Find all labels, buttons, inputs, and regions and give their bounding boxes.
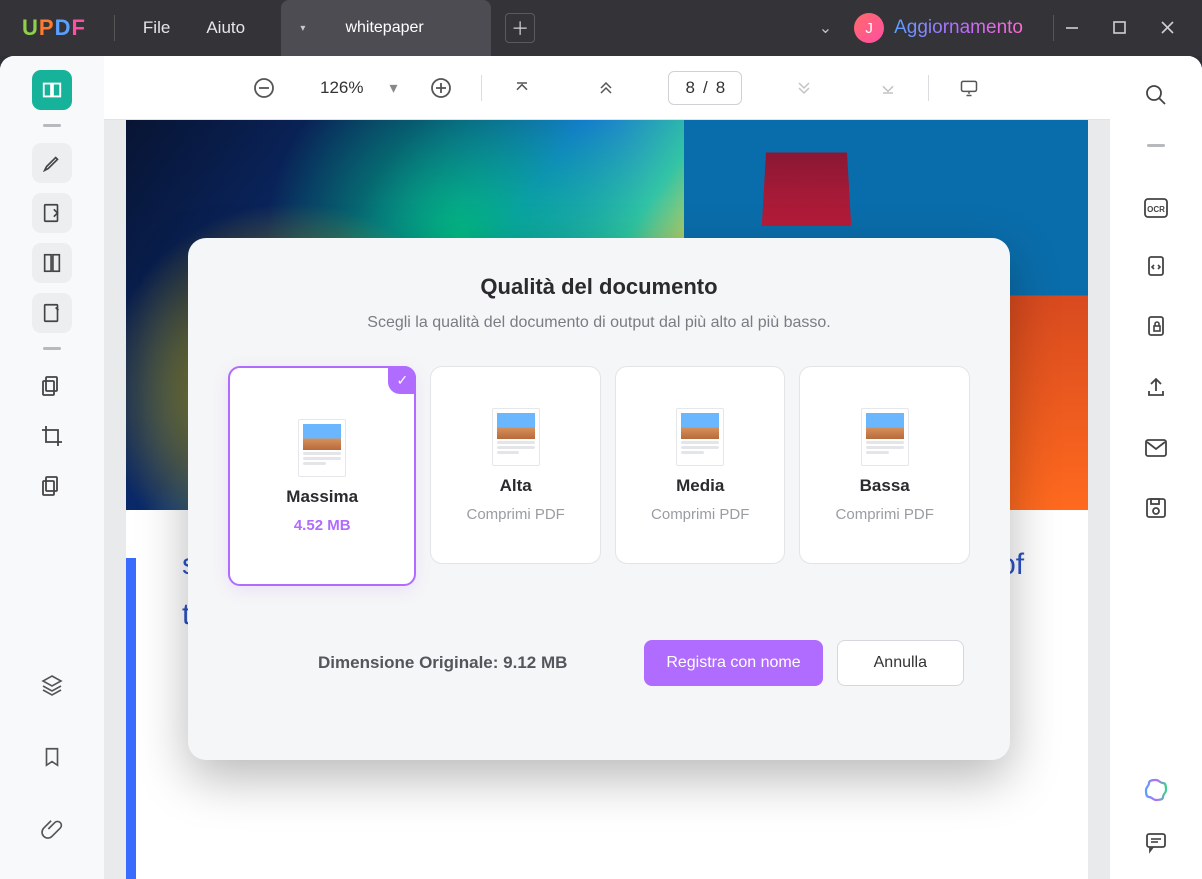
dialog-title: Qualità del documento [228,274,970,300]
option-meta: 4.52 MB [294,517,351,534]
menu-help[interactable]: Aiuto [188,12,263,44]
separator [43,347,61,350]
option-title: Massima [286,487,358,507]
share-icon[interactable] [1141,373,1171,403]
menu-file[interactable]: File [125,12,188,44]
form-tool-button[interactable] [32,293,72,333]
app-body: 126% ▾ 8 / 8 [0,56,1202,879]
tabs-dropdown-icon[interactable]: ⌄ [819,18,832,38]
page-tool-button[interactable] [32,243,72,283]
zoom-level: 126% [320,78,363,98]
reader-mode-button[interactable] [32,70,72,110]
zoom-out-button[interactable] [246,70,282,106]
new-tab-button[interactable]: ＋ [505,13,535,43]
copy-pages-button[interactable] [32,366,72,406]
center-area: 126% ▾ 8 / 8 [104,56,1110,879]
comment-icon[interactable] [1141,827,1171,857]
edit-tool-button[interactable] [32,193,72,233]
current-page: 8 [685,78,694,98]
zoom-dropdown[interactable]: ▾ [375,70,411,106]
prev-page-button[interactable] [588,70,624,106]
search-icon[interactable] [1141,80,1171,110]
option-title: Bassa [860,476,910,496]
presentation-button[interactable] [951,70,987,106]
top-toolbar: 126% ▾ 8 / 8 [104,56,1110,120]
left-sidebar [0,56,104,879]
ai-icon[interactable] [1141,775,1171,805]
divider [481,75,482,101]
close-button[interactable] [1160,20,1180,36]
cancel-button[interactable]: Annulla [837,640,964,686]
thumbnail-icon [861,408,909,466]
layers-button[interactable] [32,466,72,506]
protect-icon[interactable] [1141,313,1171,343]
next-page-button[interactable] [786,70,822,106]
divider [928,75,929,101]
tab-menu-icon[interactable]: ▾ [300,23,305,34]
minimize-button[interactable] [1064,20,1084,36]
user-avatar[interactable]: J [854,13,884,43]
compress-quality-dialog: Qualità del documento Scegli la qualità … [188,238,1010,760]
document-tab[interactable]: ▾ whitepaper [281,0,491,56]
divider [1053,15,1054,41]
window-controls [1064,20,1180,36]
convert-icon[interactable] [1141,253,1171,283]
crop-button[interactable] [32,416,72,456]
save-as-button[interactable]: Registra con nome [644,640,822,686]
first-page-button[interactable] [504,70,540,106]
dialog-subtitle: Scegli la qualità del documento di outpu… [228,314,970,332]
app-logo: UPDF [22,15,86,41]
option-title: Media [676,476,724,496]
page-indicator[interactable]: 8 / 8 [668,71,742,105]
last-page-button[interactable] [870,70,906,106]
highlight-tool-button[interactable] [32,143,72,183]
divider [114,15,115,41]
separator [43,124,61,127]
quality-option-max[interactable]: ✓ Massima 4.52 MB [228,366,416,586]
svg-text:OCR: OCR [1147,205,1165,214]
quality-options: ✓ Massima 4.52 MB Alta Comprimi PDF [228,366,970,586]
thumbnail-icon [676,408,724,466]
save-icon[interactable] [1141,493,1171,523]
separator [1147,144,1165,147]
check-icon: ✓ [388,366,416,394]
quality-option-high[interactable]: Alta Comprimi PDF [430,366,601,564]
ocr-icon[interactable]: OCR [1141,193,1171,223]
quality-option-low[interactable]: Bassa Comprimi PDF [799,366,970,564]
titlebar: UPDF File Aiuto ▾ whitepaper ＋ ⌄ J Aggio… [0,0,1202,56]
option-meta: Comprimi PDF [651,506,749,523]
attachment-button[interactable] [32,809,72,849]
modal-overlay: Qualità del documento Scegli la qualità … [104,120,1110,879]
original-size-label: Dimensione Originale: 9.12 MB [318,653,567,673]
email-icon[interactable] [1141,433,1171,463]
thumbnail-icon [492,408,540,466]
document-viewport[interactable]: same experimental results as Newton. Sin… [104,120,1110,879]
quality-option-medium[interactable]: Media Comprimi PDF [615,366,786,564]
tab-label: whitepaper [345,19,423,37]
layers-panel-button[interactable] [32,665,72,705]
maximize-button[interactable] [1112,20,1132,36]
option-meta: Comprimi PDF [466,506,564,523]
bookmark-button[interactable] [32,737,72,777]
zoom-in-button[interactable] [423,70,459,106]
total-pages: 8 [716,78,725,98]
thumbnail-icon [298,419,346,477]
option-title: Alta [500,476,532,496]
option-meta: Comprimi PDF [836,506,934,523]
upgrade-link[interactable]: Aggiornamento [894,17,1023,39]
right-sidebar: OCR [1110,56,1202,879]
dialog-footer: Dimensione Originale: 9.12 MB Registra c… [228,640,970,686]
